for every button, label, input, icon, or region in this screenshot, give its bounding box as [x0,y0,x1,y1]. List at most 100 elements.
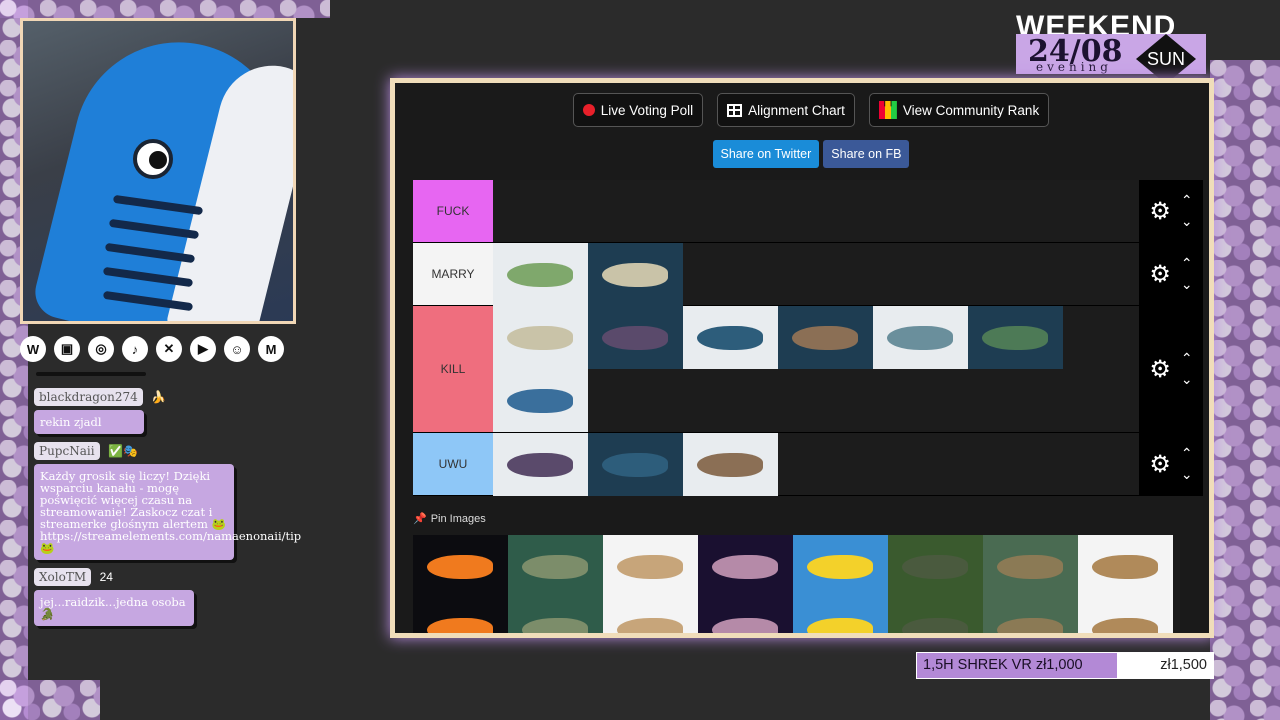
pinned-fish-image[interactable] [793,535,888,598]
discord-icon[interactable]: ☺ [224,336,250,362]
tier-items [493,306,1139,432]
fish-image[interactable] [873,306,968,369]
share-fb-button[interactable]: Share on FB [823,140,910,168]
pinned-fish-image[interactable] [1078,598,1173,633]
pinned-fish-image[interactable] [888,535,983,598]
fish-shape [522,618,588,633]
pinned-fish-image[interactable] [983,535,1078,598]
pinned-fish-image[interactable] [1078,535,1173,598]
tier-items [493,433,1139,496]
alignment-chart-label: Alignment Chart [748,102,845,118]
tier-row: UWU ⚙ ⌃ ⌄ [413,433,1203,496]
chevron-up-icon[interactable]: ⌃ [1181,192,1193,209]
tiktok-icon[interactable]: ♪ [122,336,148,362]
fish-shape [507,453,573,477]
pinned-fish-image[interactable] [983,598,1078,633]
chevron-up-icon[interactable]: ⌃ [1181,445,1193,462]
fish-image[interactable] [493,433,588,496]
fish-shape [982,326,1048,350]
share-twitter-button[interactable]: Share on Twitter [712,140,820,168]
chevron-down-icon[interactable]: ⌄ [1181,213,1193,230]
pinned-fish-image[interactable] [413,535,508,598]
fish-image[interactable] [588,306,683,369]
chat-divider [36,372,146,376]
fish-shape [902,618,968,633]
tier-items [493,243,1139,306]
webcam-feed [20,18,296,324]
chat-text: jej...raidzik...jedna osoba 🐊 [34,590,194,626]
tier-controls: ⚙ ⌃ ⌄ [1139,306,1203,432]
tier-controls: ⚙ ⌃ ⌄ [1139,180,1203,242]
fish-shape [617,618,683,633]
twitch-icon[interactable]: ▣ [54,336,80,362]
pin-images-label: Pin Images [430,512,486,525]
tier-label[interactable]: UWU [413,433,493,495]
fish-shape [1092,555,1158,579]
fish-image[interactable] [588,243,683,306]
fish-image[interactable] [493,369,588,432]
chat-username: PupcNaii [34,442,100,460]
record-icon [582,104,595,116]
alignment-chart-button[interactable]: Alignment Chart [717,93,855,127]
fish-shape [602,263,668,287]
fish-shape [1092,618,1158,633]
wordpress-icon[interactable]: W [20,336,46,362]
x-icon[interactable]: ✕ [156,336,182,362]
fish-image[interactable] [493,243,588,306]
fish-image[interactable] [588,433,683,496]
gear-icon[interactable]: ⚙ [1149,355,1171,384]
chevron-down-icon[interactable]: ⌄ [1181,276,1193,293]
fish-image[interactable] [493,306,588,369]
chevron-up-icon[interactable]: ⌃ [1181,350,1193,367]
pinned-fish-image[interactable] [413,598,508,633]
fish-shape [507,389,573,413]
chat-message: blackdragon274 🍌 rekin zjadl [30,388,250,434]
chat-panel: blackdragon274 🍌 rekin zjadl PupcNaii ✅🎭… [30,372,301,634]
fish-shape [902,555,968,579]
gear-icon[interactable]: ⚙ [1149,260,1171,289]
fish-shape [712,555,778,579]
youtube-icon[interactable]: ▶ [190,336,216,362]
social-links: W ▣ ◎ ♪ ✕ ▶ ☺ M [20,336,284,362]
live-poll-label: Live Voting Poll [600,102,694,118]
fish-image[interactable] [968,306,1063,369]
tier-row: FUCK ⚙ ⌃ ⌄ [413,180,1203,243]
pinned-fish-image[interactable] [508,535,603,598]
pin-images-header: 📌 Pin Images [413,512,1199,526]
gear-icon[interactable]: ⚙ [1149,197,1171,226]
tier-label[interactable]: KILL [413,306,493,432]
instagram-icon[interactable]: ◎ [88,336,114,362]
community-rank-button[interactable]: View Community Rank [868,93,1050,127]
chevron-down-icon[interactable]: ⌄ [1181,466,1193,483]
pinned-fish-image[interactable] [603,535,698,598]
tier-label[interactable]: MARRY [413,243,493,305]
fish-shape [887,326,953,350]
tierlist-toolbar: Live Voting Poll Alignment Chart View Co… [423,93,1199,127]
chat-message: XoloTM 24 jej...raidzik...jedna osoba 🐊 [30,568,250,626]
gmail-icon[interactable]: M [258,336,284,362]
chat-badge: 🍌 [151,389,167,404]
fish-image[interactable] [683,306,778,369]
pinned-fish-image[interactable] [698,598,793,633]
pinned-fish-image[interactable] [508,598,603,633]
tier-label[interactable]: FUCK [413,180,493,242]
chevron-down-icon[interactable]: ⌄ [1181,371,1193,388]
goal-progress-label: 1,5H SHREK VR zł1,000 [917,653,1117,678]
pinned-fish-image[interactable] [603,598,698,633]
fish-image[interactable] [778,306,873,369]
pinned-fish-image[interactable] [793,598,888,633]
shark-eye [133,139,173,179]
fish-image[interactable] [683,433,778,496]
tier-row: MARRY ⚙ ⌃ ⌄ [413,243,1203,306]
lilac-decoration-top [0,0,330,18]
fish-shape [507,263,573,287]
pinned-fish-image[interactable] [698,535,793,598]
fish-shape [792,326,858,350]
schedule-logo: WEEKEND 24/08 evening SUN [1016,12,1206,84]
fish-shape [427,555,493,579]
gear-icon[interactable]: ⚙ [1149,450,1171,479]
chevron-up-icon[interactable]: ⌃ [1181,255,1193,272]
pinned-fish-image[interactable] [888,598,983,633]
live-poll-button[interactable]: Live Voting Poll [572,93,704,127]
fish-shape [602,453,668,477]
